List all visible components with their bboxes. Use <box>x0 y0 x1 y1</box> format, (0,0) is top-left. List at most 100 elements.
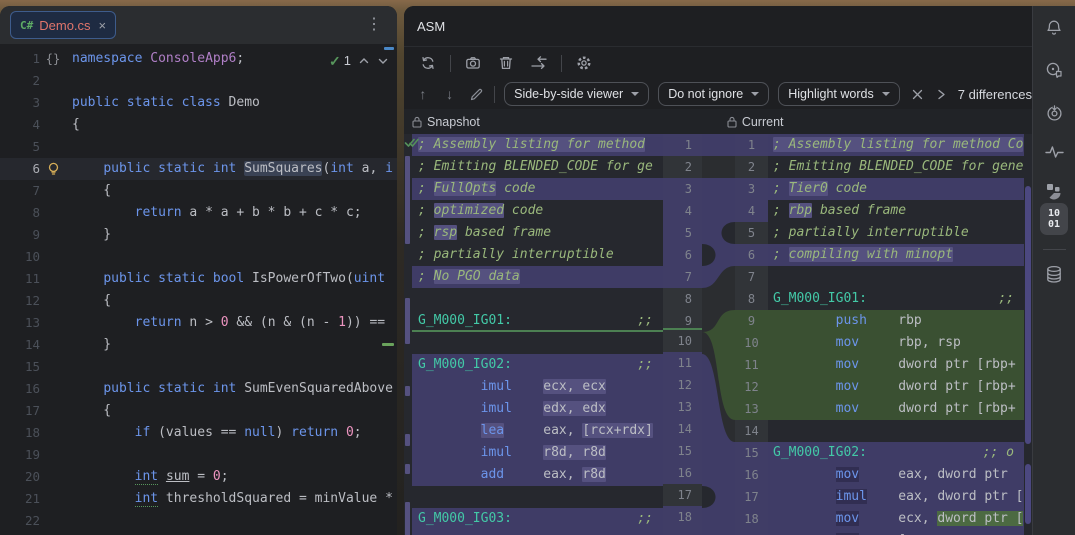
diff-row: ; FullOpts code <box>412 178 663 200</box>
code-text: return n > 0 && (n & (n - 1)) == <box>134 315 386 330</box>
chevron-down-icon <box>631 92 640 96</box>
next-difference-icon[interactable]: ↓ <box>441 83 459 105</box>
diff-row: G_M000_IG02:;; o <box>768 442 1024 464</box>
toolbar-separator <box>494 85 496 103</box>
code-line: 2 <box>0 70 397 92</box>
prev-problem-button[interactable] <box>358 55 370 67</box>
diff-row: imul eax, dword ptr [ <box>768 486 1024 508</box>
code-text: } <box>72 337 112 352</box>
diff-row: ; Emitting BLENDED_CODE for gene <box>773 159 1024 174</box>
line-number: 5 <box>32 139 40 154</box>
line-number: 3 <box>32 95 40 110</box>
diff-row: mov eax, dword ptr <box>768 464 1024 486</box>
code-line: 6 public static int SumSquares(int a, i <box>0 158 397 180</box>
viewer-mode-dropdown[interactable]: Side-by-side viewer <box>504 82 650 106</box>
ai-assistant-icon[interactable] <box>1040 56 1068 84</box>
diff-row: ; Assembly listing for method Co <box>768 134 1024 156</box>
previous-difference-icon[interactable]: ↑ <box>414 83 432 105</box>
compare-swap-icon[interactable] <box>528 52 550 74</box>
line-number: 17 <box>735 486 768 508</box>
delete-trash-icon[interactable] <box>495 52 517 74</box>
right-pane-scrollbar[interactable] <box>1024 134 1032 535</box>
left-pane-scrollbar[interactable] <box>404 134 419 535</box>
line-number: 13 <box>735 398 768 420</box>
gutter-spacer <box>40 136 66 158</box>
gutter-spacer <box>40 290 66 312</box>
scrollbar-change-mark-green[interactable] <box>382 343 394 346</box>
line-number: 17 <box>677 488 692 502</box>
code-line: 18 if (values == null) return 0; <box>0 422 397 444</box>
collapse-icon[interactable] <box>909 83 927 105</box>
code-text: { <box>72 183 112 198</box>
tool-window-header: ASM <box>404 6 1032 47</box>
diff-row: imul r8d, r8d <box>412 442 663 464</box>
next-problem-button[interactable] <box>377 55 389 67</box>
code-line: 17 { <box>0 400 397 422</box>
diff-row: lea eax, [rcx+rdx] <box>412 420 663 442</box>
diff-row: G_M000_IG02:;; <box>412 354 663 376</box>
gutter-spacer <box>40 180 66 202</box>
ignore-policy-dropdown[interactable]: Do not ignore <box>658 82 770 106</box>
line-number: 7 <box>747 270 756 284</box>
snapshot-column-header: Snapshot <box>412 115 480 129</box>
diff-row: push rbp <box>768 310 1024 332</box>
diff-row: ; partially interruptible <box>418 247 614 262</box>
notifications-bell-icon[interactable] <box>1040 14 1068 42</box>
snapshot-camera-icon[interactable] <box>462 52 484 74</box>
diff-row: add eax, r8d <box>412 464 663 486</box>
code-text: int sum = 0; <box>134 469 229 485</box>
code-line: 8 return a * a + b * b + c * c; <box>0 202 397 224</box>
line-number: 4 <box>663 200 702 222</box>
line-number: 4 <box>32 117 40 132</box>
monitoring-pulse-icon[interactable] <box>1040 138 1068 166</box>
code-editor[interactable]: 1{} namespace ConsoleApp6; 2 3 public static… <box>0 45 397 535</box>
database-icon[interactable] <box>1040 260 1068 288</box>
profiler-target-icon[interactable] <box>1040 99 1068 127</box>
diff-row <box>412 530 663 535</box>
line-number: 3 <box>663 178 702 200</box>
line-number: 9 <box>32 227 40 242</box>
scrollbar-error-stripe-blue[interactable] <box>384 47 394 50</box>
line-number: 6 <box>735 244 768 266</box>
current-pane[interactable]: ; Assembly listing for method Co ; Emitti… <box>768 134 1024 535</box>
code-line: 7 { <box>0 180 397 202</box>
gutter-spacer <box>40 202 66 224</box>
asm-viewer-icon-active[interactable]: 10 01 <box>1040 203 1068 235</box>
close-icon[interactable]: × <box>99 18 107 33</box>
line-number: 12 <box>24 293 40 308</box>
tab-demo-cs[interactable]: C# Demo.cs × <box>10 11 117 39</box>
csharp-file-icon: C# <box>20 18 34 32</box>
code-line: 4{ <box>0 114 397 136</box>
gutter-spacer <box>40 224 66 246</box>
line-number: 1 <box>663 134 702 156</box>
line-number: 13 <box>24 315 40 330</box>
current-column-header: Current <box>727 115 784 129</box>
diff-row: ; Assembly listing for method <box>412 134 663 156</box>
diff-row: ; rbp based frame <box>773 203 907 218</box>
diff-column-headers: Snapshot Current <box>404 109 1032 136</box>
diff-row: mov ecx, dword ptr [ <box>768 508 1024 530</box>
refresh-icon[interactable] <box>417 52 439 74</box>
line-number: 1 <box>735 134 768 156</box>
line-number: 18 <box>735 508 768 530</box>
edit-pencil-icon[interactable] <box>468 83 486 105</box>
settings-gear-icon[interactable] <box>573 52 595 74</box>
dotcover-icon[interactable] <box>1040 177 1068 205</box>
tab-title: Demo.cs <box>39 17 91 33</box>
gutter-spacer <box>40 114 66 136</box>
code-line: 12 { <box>0 290 397 312</box>
highlight-mode-dropdown[interactable]: Highlight words <box>778 82 900 106</box>
code-line: 5 <box>0 136 397 158</box>
code-line: 15 <box>0 356 397 378</box>
diff-row <box>768 266 1024 288</box>
kebab-menu-icon[interactable]: ⋮ <box>363 13 385 35</box>
code-line: 10 <box>0 246 397 268</box>
gutter-spacer <box>40 312 66 334</box>
line-number: 10 <box>735 332 768 354</box>
expand-chevron-right-icon[interactable] <box>935 83 946 105</box>
code-line: 3 public static class Demo <box>0 92 397 114</box>
line-number: 13 <box>663 396 702 418</box>
snapshot-pane[interactable]: ; Assembly listing for method ; Emitting … <box>412 134 663 535</box>
snapshot-line-numbers: 1 2 3 4 5 6 7 8 9 10 11 12 13 14 15 16 17 18 <box>663 134 702 535</box>
